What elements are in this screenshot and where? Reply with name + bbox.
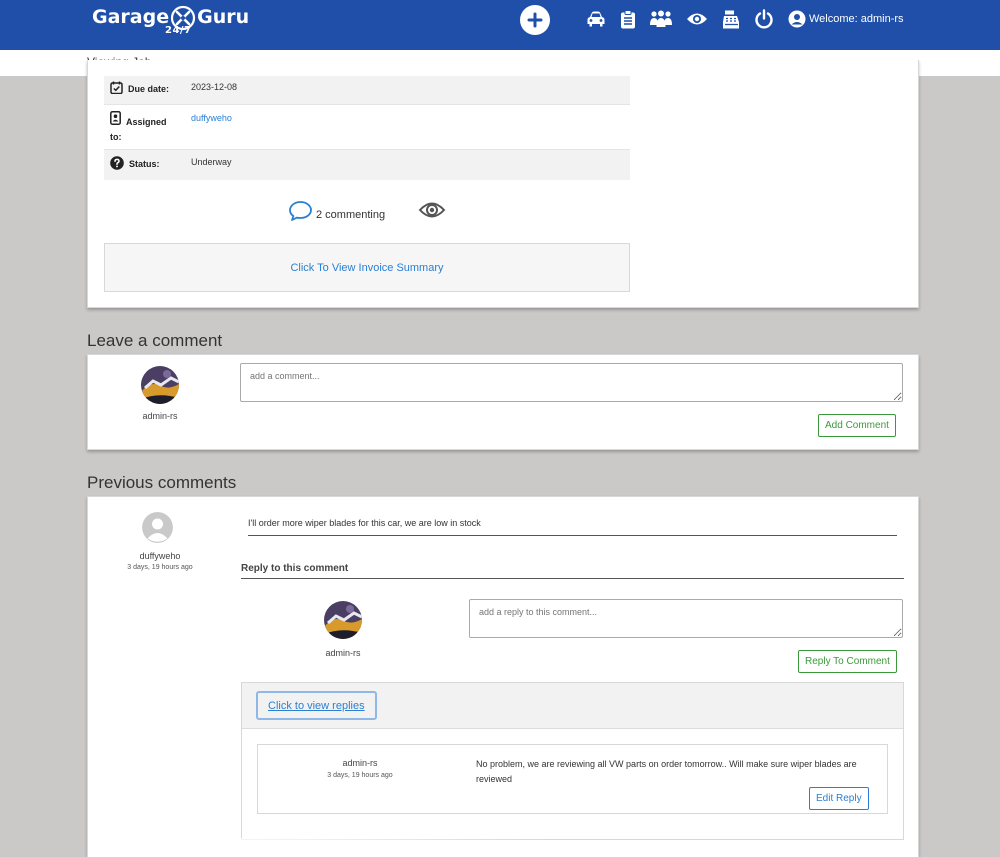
replies-panel-header: Click to view replies (242, 683, 903, 729)
leave-comment-heading: Leave a comment (87, 331, 223, 350)
comment-timestamp: 3 days, 19 hours ago (127, 564, 193, 571)
commenting-count: 2 commenting (316, 209, 386, 221)
current-user-name: admin-rs (142, 411, 178, 421)
reply-timestamp: 3 days, 19 hours ago (327, 772, 393, 779)
logo-word-garage: Garage (92, 6, 170, 28)
car-icon (587, 11, 605, 27)
reply-text: No problem, we are reviewing all VW part… (476, 759, 857, 784)
job-details-card: Due date: 2023-12-08 Assigned to: duffyw… (87, 60, 919, 308)
assigned-label: Assigned to: (110, 111, 167, 145)
reply-author: admin-rs (342, 758, 378, 768)
reply-item: admin-rs 3 days, 19 hours ago No problem… (257, 744, 888, 814)
garage-guru-logo[interactable]: Garage Guru 24/7 (92, 5, 249, 37)
power-icon (755, 9, 773, 29)
top-navbar: Garage Guru 24/7 Welcome: admin-rs (0, 0, 1000, 50)
cash-register-icon (722, 10, 739, 28)
comment-text: I'll order more wiper blades for this ca… (248, 518, 897, 536)
avatar (141, 366, 179, 404)
reply-input[interactable] (469, 599, 903, 638)
status-value: Underway (191, 157, 232, 167)
reply-to-comment-button[interactable]: Reply To Comment (798, 650, 897, 673)
assigned-user-link[interactable]: duffyweho (191, 113, 232, 123)
view-replies-button[interactable]: Click to view replies (256, 691, 377, 720)
welcome-text: Welcome: admin-rs (809, 13, 904, 25)
comment-input[interactable] (240, 363, 903, 402)
comment-author-link[interactable]: duffyweho (120, 551, 200, 561)
assigned-label-line-2: to: (110, 132, 122, 142)
add-new-button[interactable] (520, 5, 550, 35)
watch-eye-icon[interactable] (418, 198, 446, 222)
edit-reply-button[interactable]: Edit Reply (809, 787, 869, 810)
clipboard-icon (621, 9, 635, 28)
due-date-row: Due date: 2023-12-08 (104, 76, 630, 104)
replies-panel: Click to view replies admin-rs 3 days, 1… (241, 682, 904, 840)
calendar-check-icon (110, 81, 123, 94)
comment-bubble-icon (289, 201, 312, 221)
commenting-indicator[interactable]: 2 commenting (288, 200, 385, 222)
nav-invoices[interactable] (720, 8, 742, 30)
default-avatar (142, 512, 173, 543)
nav-logout[interactable] (753, 8, 775, 30)
assigned-label-line-1: Assigned (126, 117, 167, 127)
avatar-image (324, 601, 362, 639)
reply-user-name: admin-rs (325, 648, 361, 658)
add-comment-button[interactable]: Add Comment (818, 414, 896, 437)
nav-jobs[interactable] (617, 8, 639, 30)
avatar (324, 601, 362, 639)
nav-view[interactable] (686, 8, 708, 30)
due-date-value: 2023-12-08 (191, 82, 238, 92)
status-row: Status: Underway (104, 150, 630, 180)
avatar-image (141, 366, 179, 404)
user-menu[interactable]: Welcome: admin-rs (788, 10, 904, 28)
users-icon (650, 10, 672, 27)
leave-comment-card: admin-rs Add Comment (87, 354, 919, 450)
logo-word-guru: Guru (197, 6, 250, 28)
plus-icon (527, 12, 543, 28)
user-circle-icon (788, 10, 806, 28)
id-badge-icon (110, 111, 121, 125)
nav-vehicles[interactable] (585, 8, 607, 30)
due-date-label: Due date: (110, 81, 169, 94)
user-placeholder-icon (142, 512, 173, 543)
previous-comments-heading: Previous comments (87, 473, 237, 492)
question-circle-icon (110, 156, 124, 170)
logo-tagline: 24/7 (165, 25, 192, 36)
invoice-summary-link[interactable]: Click To View Invoice Summary (104, 243, 630, 292)
eye-icon (687, 13, 707, 25)
reply-heading: Reply to this comment (241, 563, 904, 579)
assigned-row: Assigned to: duffyweho (104, 104, 630, 150)
nav-customers[interactable] (648, 8, 674, 30)
previous-comments-card: duffyweho 3 days, 19 hours ago I'll orde… (87, 496, 919, 857)
status-label: Status: (110, 156, 160, 170)
